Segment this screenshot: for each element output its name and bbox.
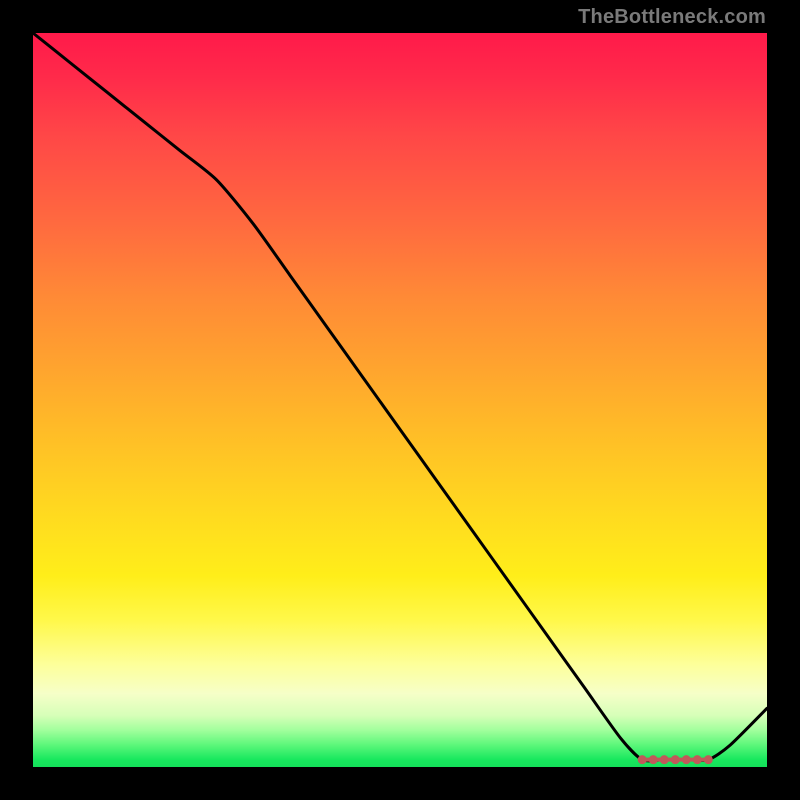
attribution-label: TheBottleneck.com: [578, 6, 766, 29]
chart-frame: TheBottleneck.com: [0, 0, 800, 800]
plot-area: [33, 33, 767, 767]
chart-svg: [33, 33, 767, 767]
chart-line: [33, 33, 767, 761]
